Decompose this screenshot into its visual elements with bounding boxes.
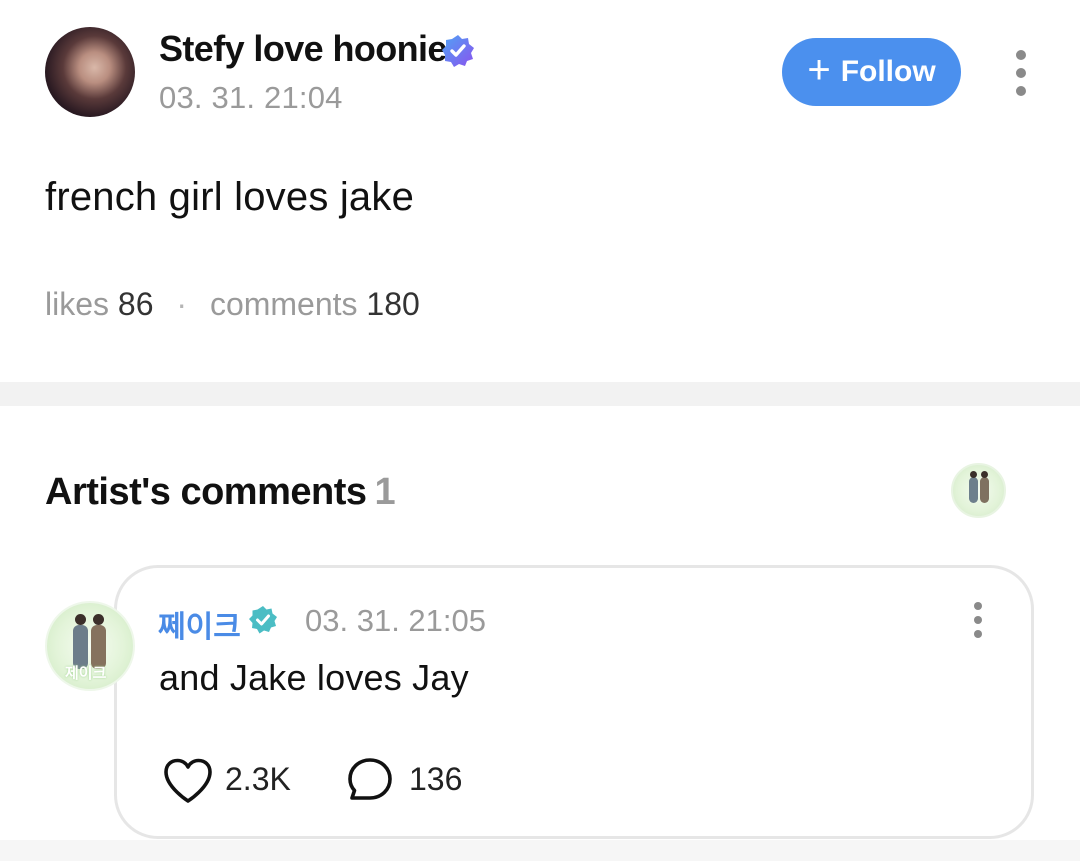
speech-bubble-icon[interactable] bbox=[345, 755, 395, 805]
section-divider bbox=[0, 382, 1080, 406]
follow-label: Follow bbox=[840, 55, 936, 88]
comment-reply-count: 136 bbox=[409, 761, 463, 797]
comment-text: and Jake loves Jay bbox=[159, 657, 469, 698]
avatar-name-tag: 제이크 bbox=[65, 665, 107, 682]
artist-avatar-small[interactable] bbox=[951, 463, 1006, 518]
verified-check-badge-icon bbox=[249, 606, 277, 634]
bottom-edge bbox=[0, 840, 1080, 861]
comment-more-menu-icon[interactable] bbox=[964, 601, 992, 641]
stats-separator: · bbox=[176, 286, 188, 322]
post-more-menu-icon[interactable] bbox=[1004, 48, 1038, 98]
artist-comments-label: Artist's comments bbox=[45, 471, 367, 513]
post-stats: likes 86 · comments 180 bbox=[45, 286, 420, 323]
verified-heart-badge-icon bbox=[442, 35, 474, 67]
author-name[interactable]: Stefy love hoonie bbox=[159, 28, 447, 70]
likes-label: likes bbox=[45, 286, 110, 322]
plus-icon: + bbox=[807, 48, 831, 92]
comments-count[interactable]: 180 bbox=[366, 286, 419, 322]
follow-button[interactable]: + Follow bbox=[782, 38, 961, 106]
comments-label: comments bbox=[209, 286, 358, 322]
artist-comments-title: Artist's comments 1 bbox=[45, 471, 396, 514]
artist-comments-count: 1 bbox=[374, 471, 396, 513]
comment-timestamp: 03. 31. 21:05 bbox=[305, 603, 486, 638]
author-avatar[interactable] bbox=[45, 27, 135, 117]
artist-avatar[interactable]: 제이크 bbox=[45, 601, 135, 691]
post-timestamp: 03. 31. 21:04 bbox=[159, 80, 343, 115]
post-body: french girl loves jake bbox=[45, 175, 415, 219]
commenter-name[interactable]: 쩨이크 bbox=[158, 602, 241, 646]
heart-outline-icon[interactable] bbox=[162, 757, 214, 805]
likes-count[interactable]: 86 bbox=[118, 286, 154, 322]
comment-like-count: 2.3K bbox=[225, 761, 291, 797]
